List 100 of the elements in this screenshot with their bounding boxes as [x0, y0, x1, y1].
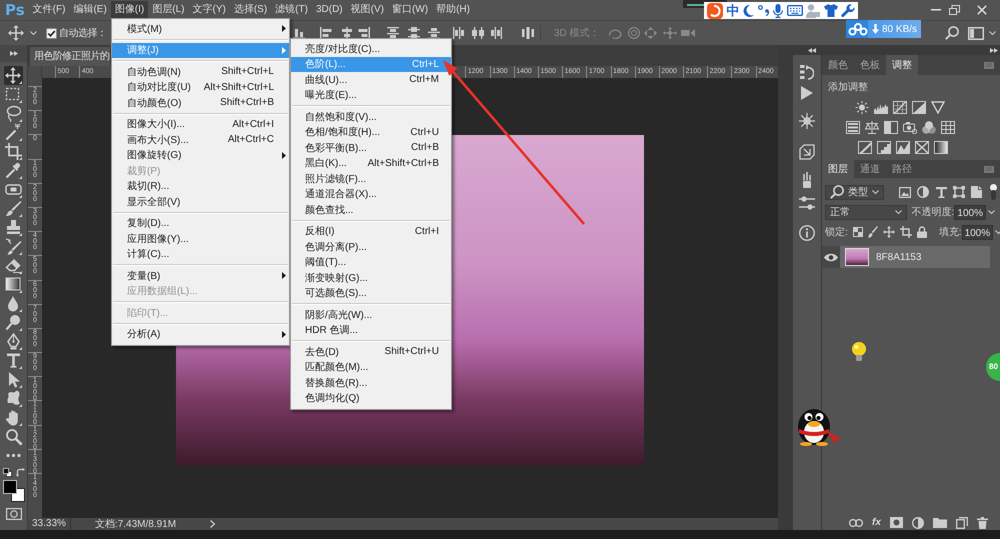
split-square-icon[interactable]	[912, 101, 926, 114]
image-icon[interactable]	[899, 186, 911, 198]
menu-item[interactable]: 图像(I)	[110, 1, 148, 19]
menu-item[interactable]: 窗口(W)	[388, 1, 432, 19]
menu-item[interactable]: 曝光度(E)...	[291, 88, 451, 103]
move-tool-icon[interactable]	[4, 66, 23, 85]
distribute-left-icon[interactable]	[453, 27, 465, 39]
align-left-icon[interactable]	[320, 27, 332, 39]
menu-item[interactable]: 自然饱和度(V)...	[291, 109, 451, 124]
half-circle-icon[interactable]	[917, 186, 929, 198]
minimize-icon[interactable]	[931, 9, 941, 11]
effects-button[interactable]: fx	[872, 516, 881, 528]
swap-colors-icon[interactable]	[16, 468, 24, 477]
menu-item[interactable]: 照片滤镜(F)...	[291, 171, 451, 186]
menu-item[interactable]: 3D(D)	[312, 1, 347, 19]
menu-item[interactable]: 渐变映射(G)...	[291, 270, 451, 286]
caret-icon[interactable]	[995, 230, 1000, 234]
menu-item[interactable]: 图层(L)	[148, 1, 188, 19]
align-right-icon[interactable]	[358, 27, 370, 39]
grid-icon[interactable]	[941, 121, 955, 134]
info-icon[interactable]	[799, 225, 815, 241]
menu-item[interactable]: 模式(M)	[112, 21, 289, 36]
menu-item[interactable]: 编辑(E)	[69, 1, 111, 19]
menu-item[interactable]: 图像大小(I)... Alt+Ctrl+I	[112, 116, 289, 132]
menu-item[interactable]: 去色(D) Shift+Ctrl+U	[291, 344, 451, 360]
menu-item[interactable]: 复制(D)...	[112, 216, 289, 231]
menu-item[interactable]: 替换颜色(R)...	[291, 375, 451, 390]
default-colors-icon[interactable]	[2, 468, 12, 477]
dodge-tool-icon[interactable]	[4, 313, 23, 332]
cross-square-icon[interactable]	[915, 141, 929, 154]
menu-item[interactable]: 文件(F)	[28, 1, 70, 19]
keyboard-icon[interactable]	[786, 5, 802, 16]
trash-icon[interactable]	[976, 516, 988, 528]
menu-item[interactable]: 计算(C)...	[112, 246, 289, 262]
distribute-bottom-icon[interactable]	[428, 27, 440, 39]
menu-item[interactable]: 分析(A)	[112, 326, 289, 342]
new-layer-icon[interactable]	[956, 516, 968, 528]
triangle-icon[interactable]	[931, 101, 945, 114]
zigzag-icon[interactable]	[896, 141, 910, 154]
cloud-logo-icon[interactable]	[848, 22, 868, 36]
bars-icon[interactable]	[846, 121, 860, 134]
microphone-icon[interactable]	[773, 4, 783, 18]
search-icon[interactable]	[945, 26, 959, 40]
menu-item[interactable]: 文字(Y)	[188, 1, 230, 19]
menu-item[interactable]: 色调分离(P)...	[291, 239, 451, 254]
input-mode-toggle[interactable]: 中	[726, 3, 740, 18]
menu-item[interactable]: 选择(S)	[230, 1, 272, 19]
crop-tool-icon[interactable]	[4, 142, 23, 161]
zoom-tool-icon[interactable]	[4, 427, 23, 446]
menu-item[interactable]: 可选颜色(S)...	[291, 286, 451, 301]
color-swatches-icon[interactable]	[2, 480, 24, 502]
crop-icon[interactable]	[900, 226, 912, 238]
menu-item[interactable]: 通道混合器(X)...	[291, 186, 451, 202]
punctuation-icon[interactable]	[758, 5, 770, 16]
wrench-icon[interactable]	[841, 4, 855, 18]
menu-item[interactable]: 视图(V)	[346, 1, 388, 19]
menu-item[interactable]: 裁切(R)...	[112, 178, 289, 194]
eyedropper-icon[interactable]	[4, 161, 23, 180]
sliders-icon[interactable]	[799, 196, 815, 210]
panel-tab[interactable]: 图层	[822, 160, 854, 178]
sun-icon[interactable]	[855, 101, 869, 114]
expand-icon[interactable]	[990, 48, 998, 52]
menu-item[interactable]: 自动色调(N) Shift+Ctrl+L	[112, 64, 289, 80]
gradient-tool-icon[interactable]	[4, 275, 23, 294]
menu-item[interactable]: 匹配颜色(M)...	[291, 360, 451, 375]
panel-tab[interactable]: 颜色	[822, 55, 854, 75]
menu-item[interactable]: 自动颜色(O) Shift+Ctrl+B	[112, 95, 289, 110]
eye-icon[interactable]	[824, 252, 838, 262]
caret-icon[interactable]	[30, 31, 37, 35]
menu-item[interactable]: 自动对比度(U) Alt+Shift+Ctrl+L	[112, 80, 289, 95]
panel-tab[interactable]: 色板	[854, 55, 886, 75]
brush-tool-icon[interactable]	[4, 199, 23, 218]
play-icon[interactable]	[801, 86, 813, 100]
eraser-icon[interactable]	[4, 256, 23, 275]
menu-item[interactable]: 阈值(T)...	[291, 254, 451, 270]
blend-mode-dropdown[interactable]: 正常	[825, 204, 907, 220]
toggle-icon[interactable]	[990, 184, 997, 200]
menu-item[interactable]: 变量(B)	[112, 268, 289, 284]
mask-icon[interactable]	[890, 517, 903, 528]
camera-icon[interactable]	[903, 121, 917, 134]
panel-tab[interactable]: 通道	[854, 160, 886, 178]
distribute-top-icon[interactable]	[387, 27, 399, 39]
framed-arrow-icon[interactable]	[799, 144, 815, 160]
move-tool-icon[interactable]	[8, 25, 24, 41]
folder-icon[interactable]	[932, 517, 947, 528]
shirt-icon[interactable]	[824, 4, 838, 17]
restore-icon[interactable]	[949, 5, 960, 15]
menu-item[interactable]: 画布大小(S)... Alt+Ctrl+C	[112, 132, 289, 148]
opacity-field[interactable]: 100%	[954, 204, 986, 220]
auto-align-icon[interactable]	[522, 27, 534, 39]
menu-item[interactable]: 帮助(H)	[432, 1, 474, 19]
menu-item[interactable]: 应用图像(Y)...	[112, 231, 289, 246]
magic-wand-icon[interactable]	[4, 123, 23, 142]
lasso-tool-icon[interactable]	[4, 104, 23, 123]
shape-icon[interactable]	[953, 186, 965, 198]
menu-item[interactable]: HDR 色调...	[291, 322, 451, 338]
history-brush-icon[interactable]	[4, 237, 23, 256]
circles-icon[interactable]	[922, 121, 936, 134]
expand-icon[interactable]	[10, 51, 18, 56]
menu-item[interactable]: 亮度/对比度(C)...	[291, 41, 451, 56]
